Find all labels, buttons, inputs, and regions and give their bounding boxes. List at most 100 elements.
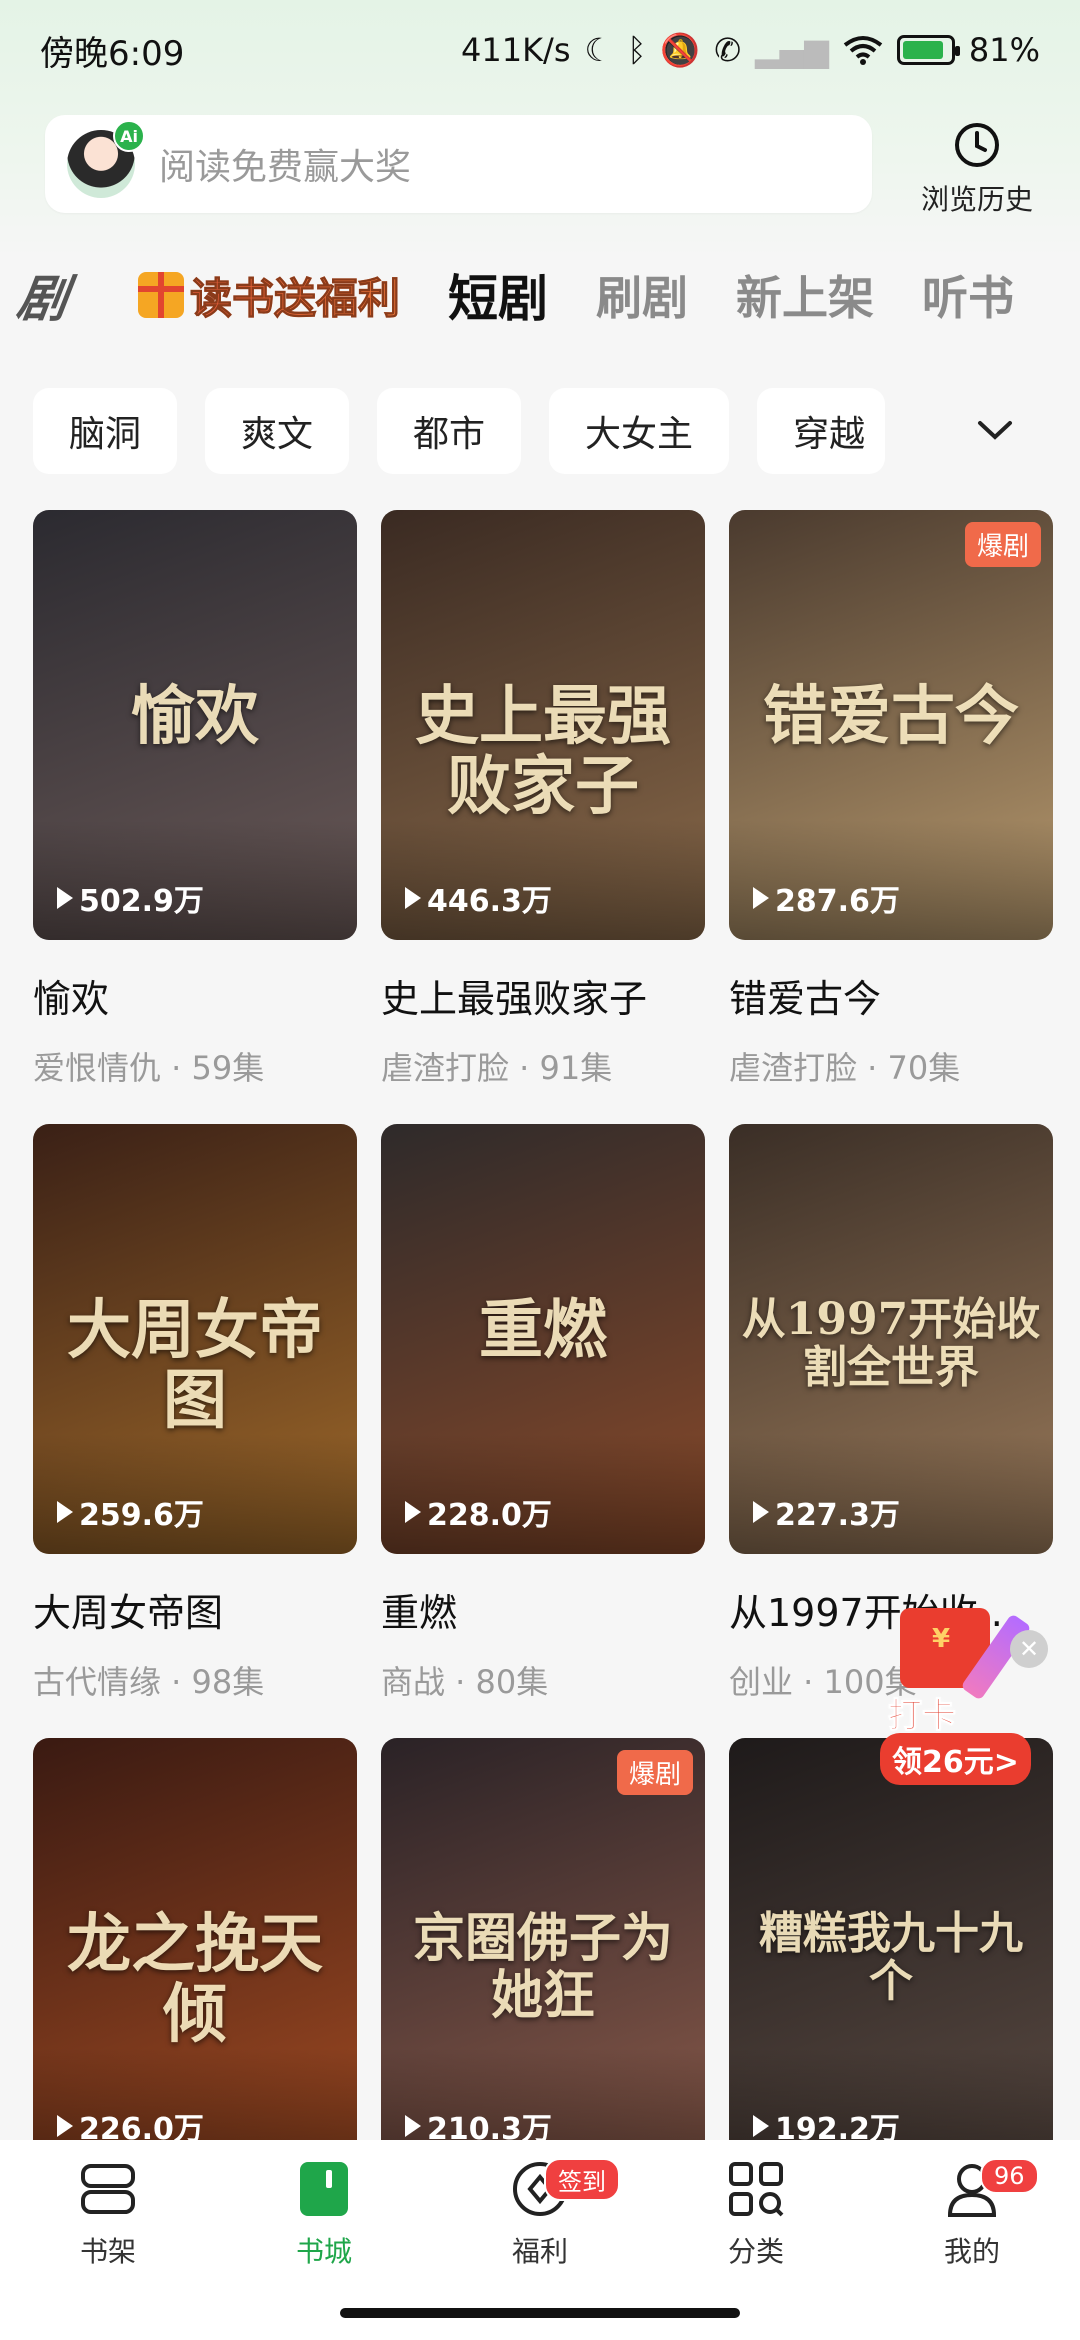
- drama-card[interactable]: 重燃 228.0万 重燃 商战 · 80集: [381, 1124, 705, 1703]
- drama-meta: 虐渣打脸 · 91集: [381, 1049, 613, 1087]
- tab-promo[interactable]: 读书送福利: [138, 265, 401, 326]
- drama-meta: 虐渣打脸 · 70集: [729, 1049, 961, 1087]
- tab-short-drama[interactable]: 短剧: [448, 259, 548, 331]
- play-count: 446.3万: [405, 876, 552, 920]
- play-count: 259.6万: [57, 1490, 204, 1534]
- battery-icon: [896, 35, 960, 65]
- mute-icon: 🔕: [660, 31, 701, 69]
- tab-audiobooks[interactable]: 听书: [922, 262, 1014, 328]
- play-icon: [57, 2115, 73, 2137]
- chip-time-travel[interactable]: 穿越: [757, 388, 886, 474]
- play-icon: [753, 887, 769, 909]
- drama-logo[interactable]: 剧: [13, 259, 73, 331]
- drama-title[interactable]: 错爱古今: [729, 968, 1053, 1023]
- category-tabs: 剧 读书送福利 短剧 刷剧 新上架 听书: [0, 250, 1080, 340]
- nav-label: 我的: [943, 2235, 1000, 2268]
- nav-label: 书城: [295, 2235, 352, 2268]
- status-icons: 411K/s ☾ ᛒ 🔕 ✆ ▂▄▆ 81%: [461, 31, 1040, 69]
- play-count-value: 259.6万: [79, 1498, 204, 1533]
- clock-icon: [955, 123, 999, 167]
- checkin-promo[interactable]: 打卡 领26元>: [880, 1598, 1060, 1785]
- play-count-value: 287.6万: [775, 884, 900, 919]
- play-count: 502.9万: [57, 876, 204, 920]
- nav-welfare[interactable]: 签到 福利: [432, 2158, 648, 2270]
- nav-label: 书架: [79, 2235, 136, 2268]
- checkin-label: 打卡: [888, 1696, 957, 1737]
- promo-label: 读书送福利: [189, 265, 400, 326]
- drama-cover[interactable]: 大周女帝图 259.6万: [33, 1124, 357, 1554]
- drama-title[interactable]: 史上最强败家子: [381, 968, 705, 1023]
- chevron-down-icon: [978, 421, 1012, 440]
- nav-bookshelf[interactable]: 书架: [0, 2158, 216, 2270]
- cover-title-art: 从1997开始收割全世界: [741, 1294, 1041, 1394]
- cover-title-art: 京圈佛子为她狂: [412, 1908, 673, 2027]
- chip-heroine[interactable]: 大女主: [549, 388, 730, 474]
- drama-cover[interactable]: 史上最强败家子 446.3万: [381, 510, 705, 940]
- drama-card[interactable]: 京圈佛子为她狂 爆剧 210.3万: [381, 1738, 705, 2168]
- play-count-value: 502.9万: [79, 884, 204, 919]
- play-icon: [57, 1501, 73, 1523]
- chips-expand-button[interactable]: [965, 400, 1025, 460]
- cover-title-art: 大周女帝图: [67, 1293, 323, 1439]
- drama-cover[interactable]: 糟糕我九十九个 192.2万: [729, 1738, 1053, 2168]
- drama-cover[interactable]: 错爱古今 爆剧 287.6万: [729, 510, 1053, 940]
- drama-meta: 商战 · 80集: [381, 1663, 549, 1701]
- history-label: 浏览历史: [920, 183, 1033, 216]
- play-icon: [57, 887, 73, 909]
- cover-title-art: 愉欢: [131, 679, 259, 754]
- play-count: 227.3万: [753, 1490, 900, 1534]
- drama-title[interactable]: 重燃: [381, 1582, 705, 1637]
- checkin-reward: 领26元>: [880, 1733, 1031, 1785]
- drama-cover[interactable]: 愉欢 502.9万: [33, 510, 357, 940]
- drama-title[interactable]: 愉欢: [33, 968, 357, 1023]
- ai-badge: Ai: [113, 120, 145, 152]
- profile-badge: 96: [980, 2158, 1039, 2194]
- drama-cover[interactable]: 京圈佛子为她狂 爆剧 210.3万: [381, 1738, 705, 2168]
- cover-title-art: 史上最强败家子: [415, 679, 671, 825]
- drama-card[interactable]: 史上最强败家子 446.3万 史上最强败家子 虐渣打脸 · 91集: [381, 510, 705, 1089]
- history-button[interactable]: 浏览历史: [912, 120, 1042, 220]
- drama-cover[interactable]: 龙之挽天倾 226.0万: [33, 1738, 357, 2168]
- tab-swipe-drama[interactable]: 刷剧: [596, 262, 688, 328]
- play-icon: [753, 1501, 769, 1523]
- drama-card[interactable]: 大周女帝图 259.6万 大周女帝图 古代情缘 · 98集: [33, 1124, 357, 1703]
- checkin-badge: 签到: [544, 2158, 620, 2201]
- battery-level: 81%: [968, 31, 1040, 69]
- signal-icon: ▂▄▆: [755, 31, 829, 69]
- nav-profile[interactable]: 96 我的: [864, 2158, 1080, 2270]
- home-indicator[interactable]: [340, 2308, 740, 2318]
- tab-new-arrivals[interactable]: 新上架: [736, 262, 874, 328]
- nav-category[interactable]: 分类: [648, 2158, 864, 2270]
- drama-meta: 爱恨情仇 · 59集: [33, 1049, 265, 1087]
- chip-brainstorm[interactable]: 脑洞: [33, 388, 178, 474]
- search-placeholder: 阅读免费赢大奖: [159, 147, 412, 188]
- bookstore-icon: [292, 2158, 356, 2220]
- genre-chips: 脑洞 爽文 都市 大女主 穿越: [33, 388, 886, 474]
- nav-label: 福利: [511, 2235, 568, 2268]
- drama-card[interactable]: 错爱古今 爆剧 287.6万 错爱古今 虐渣打脸 · 70集: [729, 510, 1053, 1089]
- chip-urban[interactable]: 都市: [377, 388, 522, 474]
- drama-card[interactable]: 龙之挽天倾 226.0万: [33, 1738, 357, 2168]
- cover-title-art: 重燃: [479, 1293, 607, 1368]
- cover-title-art: 龙之挽天倾: [67, 1907, 323, 2053]
- ai-avatar[interactable]: Ai: [67, 120, 145, 198]
- drama-title[interactable]: 大周女帝图: [33, 1582, 357, 1637]
- wifi-icon: [843, 36, 883, 65]
- close-icon[interactable]: ✕: [1010, 1630, 1048, 1668]
- network-speed: 411K/s: [460, 31, 571, 69]
- chip-satisfying[interactable]: 爽文: [205, 388, 350, 474]
- category-icon: [724, 2158, 788, 2220]
- play-count-value: 228.0万: [427, 1498, 552, 1533]
- play-count: 228.0万: [405, 1490, 552, 1534]
- play-icon: [753, 2115, 769, 2137]
- nav-bookstore[interactable]: 书城: [216, 2158, 432, 2270]
- search-bar[interactable]: Ai 阅读免费赢大奖: [45, 115, 872, 213]
- moon-icon: ☾: [584, 31, 614, 69]
- bookshelf-icon: [76, 2158, 140, 2220]
- drama-card[interactable]: 糟糕我九十九个 192.2万: [729, 1738, 1053, 2168]
- drama-cover[interactable]: 从1997开始收割全世界 227.3万: [729, 1124, 1053, 1554]
- play-icon: [405, 887, 421, 909]
- drama-card[interactable]: 愉欢 502.9万 愉欢 爱恨情仇 · 59集: [33, 510, 357, 1089]
- drama-cover[interactable]: 重燃 228.0万: [381, 1124, 705, 1554]
- hot-badge: 爆剧: [616, 1750, 693, 1795]
